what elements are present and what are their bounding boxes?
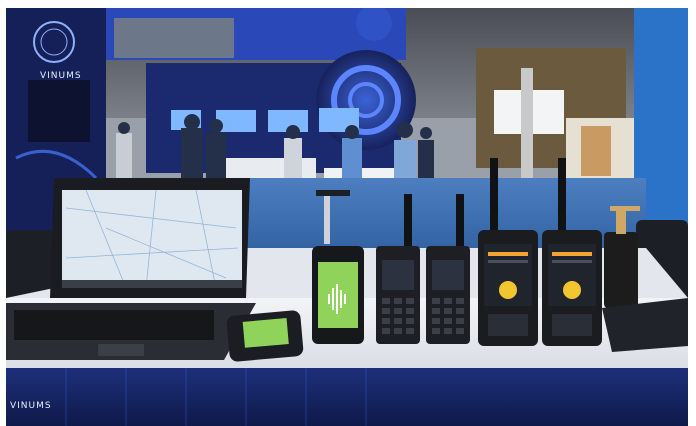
rugged-smartphone: [312, 246, 364, 344]
handheld-terminal: [226, 310, 304, 362]
banner-logo: VINUMS: [10, 401, 52, 411]
logo-text: VINUMS: [40, 71, 82, 81]
trade-show-photo: VINUMS VINUMS: [0, 0, 696, 426]
booth-back-wall: [106, 8, 416, 173]
front-banner: [6, 368, 688, 426]
